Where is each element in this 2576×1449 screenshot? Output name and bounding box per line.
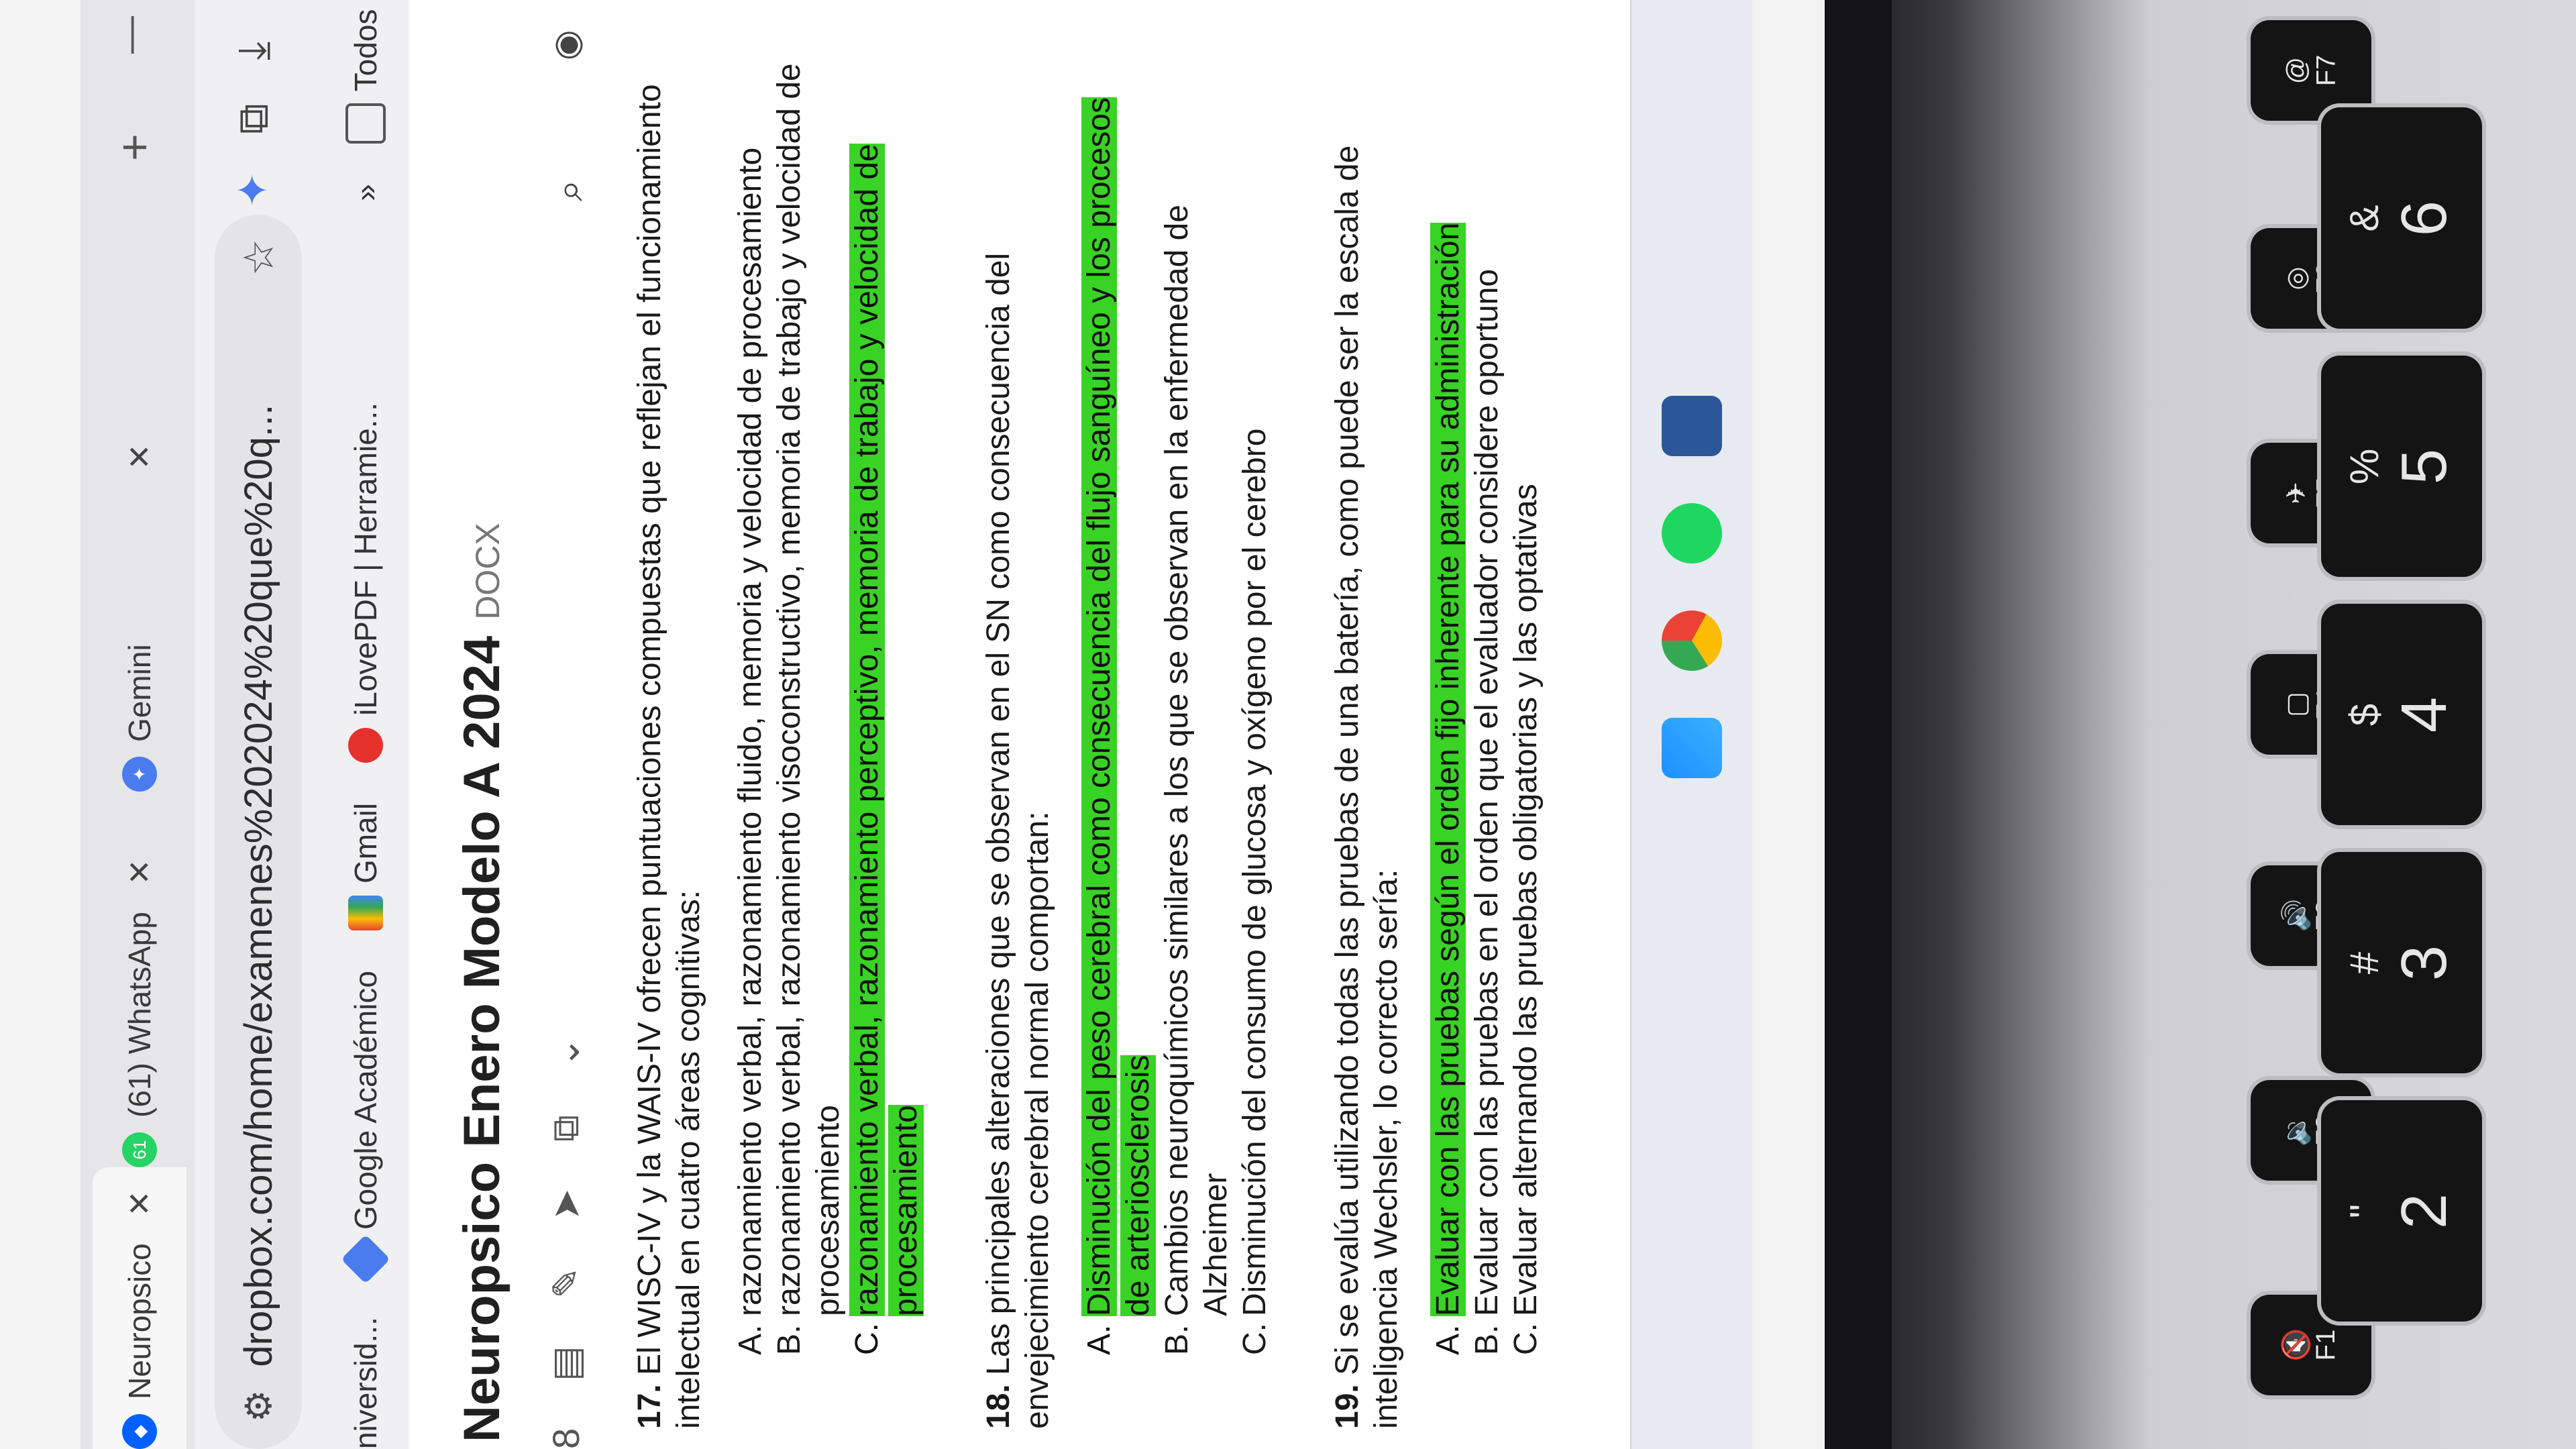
key-3[interactable]: #3	[2321, 852, 2482, 1073]
file-extension: DOCX	[469, 523, 506, 620]
question-18: 18. Las principales alteraciones que se …	[979, 60, 1275, 1429]
close-icon[interactable]: ✕	[121, 1191, 158, 1217]
windows-taskbar	[1630, 0, 1752, 1449]
navigation-bar: ⚙ dropbox.com/home/examenes%202024%20que…	[195, 0, 322, 1449]
address-bar[interactable]: ⚙ dropbox.com/home/examenes%202024%20que…	[215, 215, 302, 1449]
option-c: C. razonamiento verbal, razonamiento perc…	[849, 144, 924, 1355]
chevron-down-icon[interactable]: ⌄	[544, 1036, 588, 1068]
tab-neuropsico[interactable]: ◆ Neuropsico ✕	[93, 1167, 186, 1449]
options-list: A. Evaluar con las pruebas según el orden…	[1429, 60, 1546, 1355]
search-icon[interactable]: ⌕	[547, 180, 592, 201]
ilovepdf-icon	[348, 727, 383, 763]
options-list: A. razonamiento verbal, razonamiento flui…	[731, 60, 926, 1355]
laptop-keyboard: 🔇F1 🔉F2 🔊F3 ▢F4 ✈F5 ◎F6 @F7 "2 #3 $4 %5 …	[1892, 0, 2576, 1449]
page-indicator: 8	[545, 1428, 587, 1449]
comment-icon[interactable]: ▤	[544, 1346, 588, 1381]
minimize-button[interactable]: —	[107, 16, 151, 54]
option-a: A. Disminución del peso cerebral como con…	[1081, 97, 1156, 1355]
key-f7[interactable]: @ F7	[2251, 20, 2371, 121]
close-icon[interactable]: ✕	[121, 444, 158, 470]
chrome-icon[interactable]	[1662, 610, 1722, 671]
word-icon[interactable]	[1662, 396, 1722, 456]
settings-icon[interactable]: ◉	[547, 30, 587, 60]
option-a: A. razonamiento verbal, razonamiento flui…	[733, 147, 768, 1355]
address-text: dropbox.com/home/examenes%202024%20que%2…	[236, 404, 280, 1367]
option-b: B. Cambios neuroquímicos similares a los …	[1159, 205, 1234, 1355]
extensions-icon[interactable]: ⧉	[228, 103, 278, 134]
bookmark-ilovepdf[interactable]: iLovePDF | Herramie...	[347, 402, 384, 763]
tab-bar: ◆ Neuropsico ✕ 61 (61) WhatsApp ✕ ✦ Gemi…	[80, 0, 195, 1449]
gemini-icon: ✦	[122, 757, 157, 792]
bookmark-university[interactable]: niversid...	[347, 1317, 384, 1449]
question-19: 19. Si se evalúa utilizando todas las pr…	[1328, 60, 1546, 1429]
bookmark-google-academico[interactable]: Google Académico	[341, 971, 390, 1284]
open-in-icon[interactable]: ⧉	[543, 1115, 588, 1142]
send-icon[interactable]: ➤	[544, 1189, 588, 1220]
option-c: C. Disminución del consumo de glucosa y o…	[1237, 428, 1273, 1355]
gmail-icon	[348, 896, 383, 930]
more-bookmarks-button[interactable]: »	[347, 184, 384, 201]
laptop-screen: ◆ Neuropsico ✕ 61 (61) WhatsApp ✕ ✦ Gemi…	[0, 0, 1825, 1449]
dropbox-icon: ◆	[122, 1414, 157, 1449]
edit-icon[interactable]: ✎	[544, 1267, 588, 1299]
download-icon[interactable]: ⤓	[228, 42, 278, 60]
spotify-icon[interactable]	[1662, 503, 1722, 564]
bookmarks-bar: niversid... Google Académico Gmail iLove…	[322, 0, 409, 1449]
option-c: C. Evaluar alternando las pruebas obligat…	[1508, 484, 1544, 1355]
option-b: B. razonamiento verbal, razonamiento viso…	[771, 63, 846, 1355]
windows-start-icon[interactable]	[1662, 718, 1722, 778]
site-info-icon[interactable]: ⚙	[237, 1390, 280, 1422]
bookmark-gmail[interactable]: Gmail	[347, 803, 384, 930]
tab-whatsapp[interactable]: 61 (61) WhatsApp ✕	[93, 792, 186, 1194]
key-6[interactable]: & 6	[2321, 107, 2482, 329]
gemini-icon[interactable]: ✦	[228, 172, 278, 208]
google-scholar-icon	[341, 1234, 390, 1284]
close-icon[interactable]: ✕	[121, 859, 158, 885]
new-tab-button[interactable]: +	[107, 133, 161, 161]
viewer-toolbar: 8 ▤ ✎ ➤ ⧉ ⌄	[543, 989, 588, 1449]
document-title: Neuropsico Enero Modelo A 2024DOCX	[453, 523, 511, 1442]
whatsapp-icon: 61	[122, 1132, 157, 1167]
options-list: A. Disminución del peso cerebral como con…	[1080, 60, 1275, 1355]
option-b: B. Evaluar con las pruebas en el orden qu…	[1469, 268, 1505, 1355]
folder-icon	[345, 103, 386, 144]
tab-gemini[interactable]: ✦ Gemini ✕	[93, 444, 186, 818]
dropbox-document-viewer: Neuropsico Enero Modelo A 2024DOCX 8 ▤ ✎…	[409, 0, 1630, 1449]
key-4[interactable]: $4	[2321, 604, 2482, 825]
bookmark-all[interactable]: Todos los	[345, 0, 386, 144]
key-2[interactable]: " 2	[2321, 1100, 2482, 1322]
bookmark-star-icon[interactable]: ☆	[234, 239, 283, 276]
option-a: A. Evaluar con las pruebas según el orden…	[1430, 222, 1466, 1355]
key-5[interactable]: % 5	[2321, 356, 2482, 577]
question-17: 17. El WISC-IV y la WAIS-IV ofrecen punt…	[631, 60, 926, 1429]
